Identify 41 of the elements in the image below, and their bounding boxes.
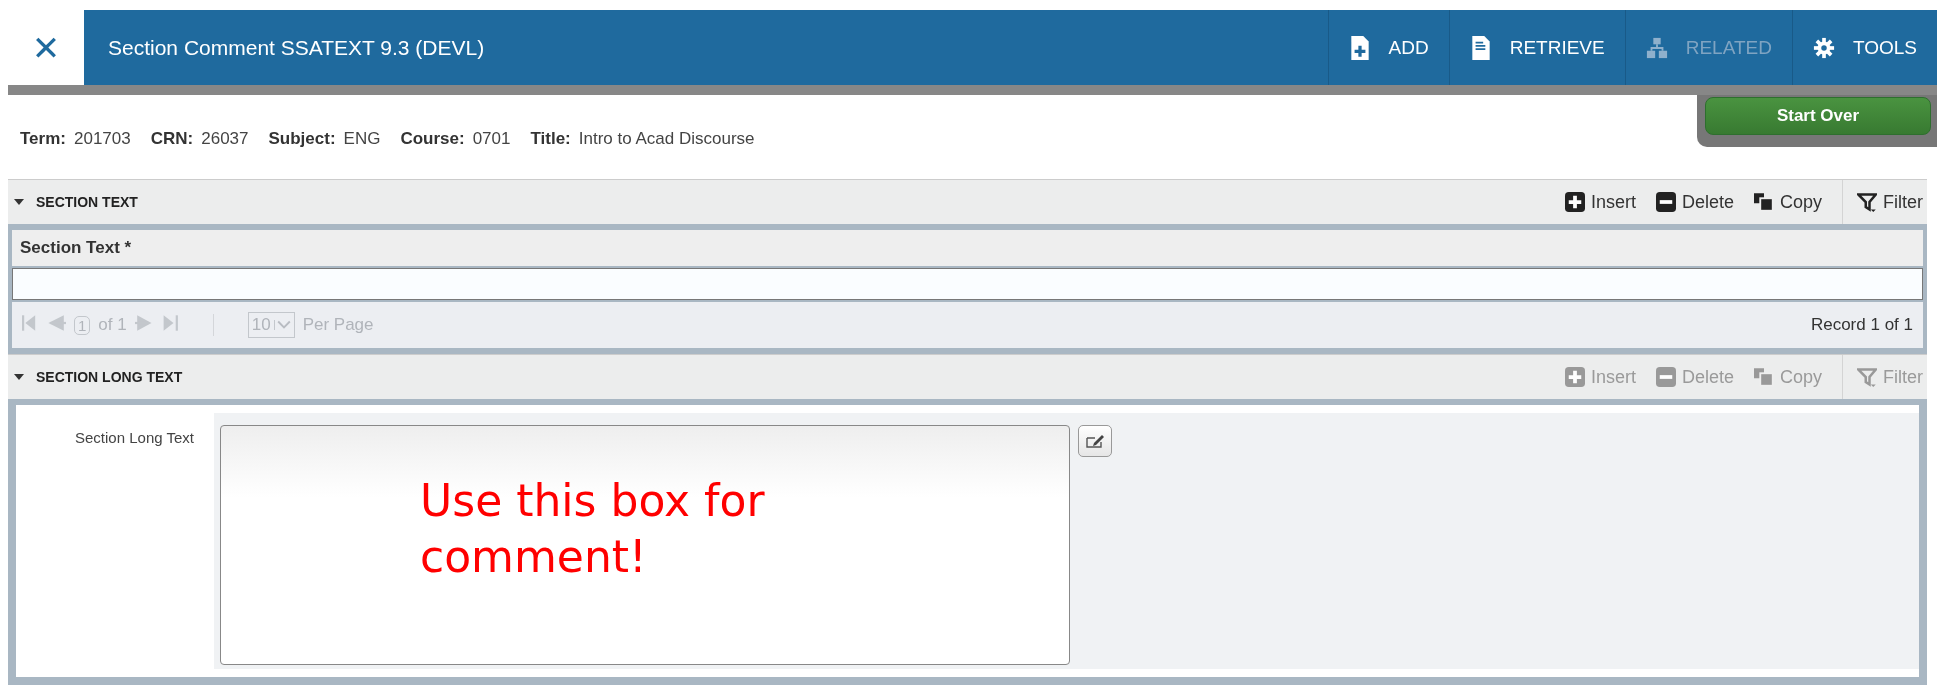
dropdown-caret-icon bbox=[273, 320, 291, 330]
key-value: Intro to Acad Discourse bbox=[578, 129, 755, 149]
plus-square-icon bbox=[1564, 367, 1585, 387]
long-text-field[interactable] bbox=[220, 425, 1070, 665]
insert-button[interactable]: Insert bbox=[1564, 180, 1636, 224]
per-page-label: Per Page bbox=[302, 315, 374, 335]
filter-icon bbox=[1857, 367, 1877, 387]
close-button[interactable]: ✕ bbox=[8, 10, 84, 85]
key-label: Subject: bbox=[268, 129, 336, 149]
key-label: Title: bbox=[530, 129, 571, 149]
record-count: Record 1 of 1 bbox=[1810, 315, 1913, 335]
key-value: 201703 bbox=[74, 129, 131, 149]
key-value: 0701 bbox=[472, 129, 511, 149]
copy-icon bbox=[1753, 367, 1774, 387]
start-over-button[interactable]: Start Over bbox=[1705, 97, 1931, 135]
key-value: ENG bbox=[343, 129, 381, 149]
key-value: 26037 bbox=[201, 129, 249, 149]
section-text-field[interactable] bbox=[12, 268, 1923, 300]
key-label: CRN: bbox=[150, 129, 194, 149]
plus-square-icon bbox=[1564, 192, 1585, 212]
copy-icon bbox=[1753, 192, 1774, 212]
collapse-caret-icon[interactable] bbox=[14, 199, 24, 205]
minus-square-icon bbox=[1655, 367, 1676, 387]
section-title: SECTION TEXT bbox=[36, 194, 138, 210]
minus-square-icon bbox=[1655, 192, 1676, 212]
page-count: of 1 bbox=[98, 315, 127, 335]
annotation-text: Use this box for comment! bbox=[420, 474, 766, 584]
filter-icon bbox=[1857, 192, 1877, 212]
key-label: Term: bbox=[20, 129, 66, 149]
column-header: Section Text * bbox=[12, 230, 1923, 266]
key-label: Course: bbox=[400, 129, 465, 149]
collapse-caret-icon[interactable] bbox=[14, 374, 24, 380]
document-icon bbox=[1469, 34, 1492, 61]
section-title: SECTION LONG TEXT bbox=[36, 369, 183, 385]
field-label: Section Long Text bbox=[74, 428, 195, 448]
edit-button[interactable] bbox=[1078, 425, 1112, 457]
document-plus-icon bbox=[1348, 34, 1371, 61]
window-title: Section Comment SSATEXT 9.3 (DEVL) bbox=[108, 35, 486, 60]
copy-button[interactable]: Copy bbox=[1753, 180, 1822, 224]
edit-icon bbox=[1085, 433, 1105, 449]
delete-button[interactable]: Delete bbox=[1655, 180, 1734, 224]
